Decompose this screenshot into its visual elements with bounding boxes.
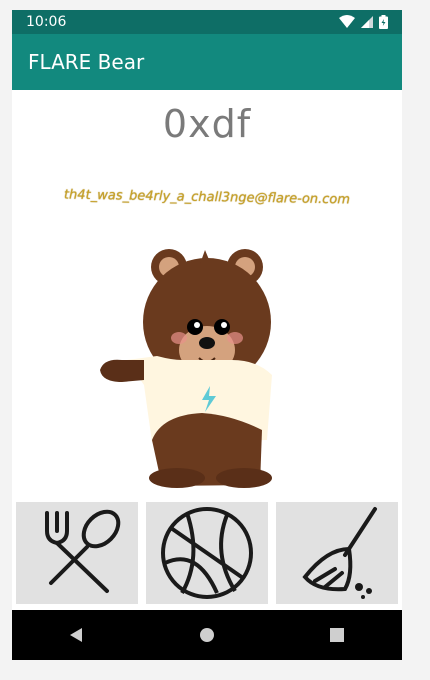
back-button[interactable] — [47, 610, 107, 660]
bear-image[interactable] — [82, 210, 312, 490]
system-nav-bar — [12, 610, 402, 660]
wifi-icon — [339, 15, 355, 28]
feed-button[interactable] — [16, 502, 138, 604]
phone-screen: 10:06 FLARE Bear 0xdf th4t_was_be4rly_a_… — [12, 10, 402, 660]
home-button[interactable] — [177, 610, 237, 660]
home-icon — [200, 628, 214, 642]
broom-icon — [302, 507, 377, 599]
fork-spoon-icon — [45, 509, 121, 593]
recents-button[interactable] — [307, 610, 367, 660]
battery-icon — [379, 15, 388, 29]
recents-icon — [330, 628, 344, 642]
action-buttons — [16, 502, 398, 604]
status-bar: 10:06 — [12, 10, 402, 34]
signal-icon — [361, 16, 373, 28]
flag-text: th4t_was_be4rly_a_chall3nge@flare-on.com — [63, 187, 351, 208]
basketball-icon — [161, 507, 253, 599]
bear-name: 0xdf — [162, 102, 252, 146]
app-title: FLARE Bear — [28, 50, 145, 74]
app-bar: FLARE Bear — [12, 34, 402, 90]
back-icon — [70, 628, 82, 642]
clean-button[interactable] — [276, 502, 398, 604]
status-time: 10:06 — [26, 14, 67, 30]
play-button[interactable] — [146, 502, 268, 604]
main-content: 0xdf th4t_was_be4rly_a_chall3nge@flare-o… — [12, 90, 402, 610]
